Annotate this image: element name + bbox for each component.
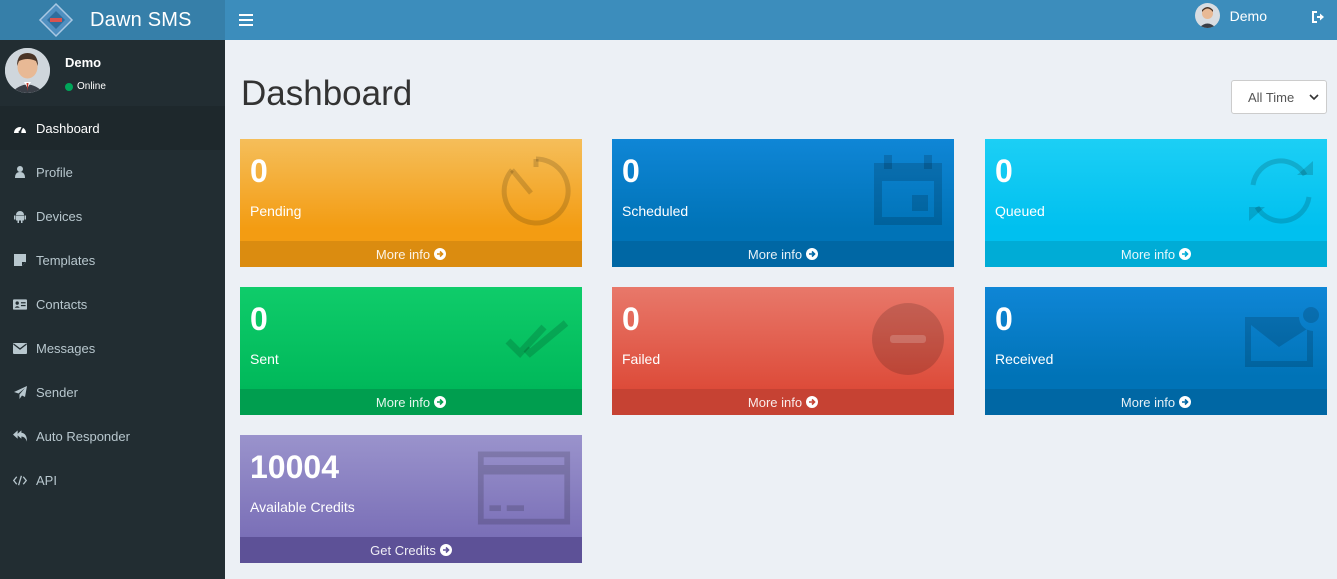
arrow-circle-right-icon [806, 396, 819, 408]
date-range-value: All Time [1248, 89, 1295, 105]
minus-circle-icon [872, 303, 944, 375]
sidebar-item-label: Dashboard [36, 120, 100, 136]
sidebar-item-label: Contacts [36, 296, 88, 312]
chevron-down-icon [1309, 94, 1319, 101]
credits-count: 10004 [250, 449, 339, 485]
envelope-icon [13, 342, 27, 354]
logo-area[interactable]: Dawn SMS [0, 0, 225, 40]
pending-count: 0 [250, 153, 268, 189]
arrow-circle-right-icon [1179, 396, 1192, 408]
sidebar-item-dashboard[interactable]: Dashboard [0, 106, 225, 150]
sent-more-info-link[interactable]: More info [240, 389, 582, 415]
sidebar-item-auto-responder[interactable]: Auto Responder [0, 414, 225, 458]
status-dot-icon [65, 82, 73, 91]
sign-out-icon[interactable] [1311, 9, 1327, 25]
more-info-text: More info [747, 246, 803, 262]
top-navbar: Demo [225, 0, 1337, 40]
sidebar-item-templates[interactable]: Templates [0, 238, 225, 282]
address-card-icon [13, 298, 27, 310]
sent-label: Sent [250, 351, 279, 367]
date-range-select[interactable]: All Time [1231, 80, 1327, 114]
more-info-text: More info [747, 394, 803, 410]
logo-icon [38, 2, 74, 38]
credit-card-icon [477, 451, 571, 525]
sidebar-item-label: Profile [36, 164, 73, 180]
arrow-circle-right-icon [1179, 248, 1192, 260]
pending-label: Pending [250, 203, 302, 219]
scheduled-label: Scheduled [622, 203, 689, 219]
sidebar-item-messages[interactable]: Messages [0, 326, 225, 370]
dashboard-icon [13, 122, 27, 134]
sidebar-item-label: API [36, 472, 57, 488]
header-user-name: Demo [1229, 7, 1267, 24]
sidebar-item-sender[interactable]: Sender [0, 370, 225, 414]
code-icon [13, 475, 27, 486]
more-info-text: More info [1120, 394, 1176, 410]
arrow-circle-right-icon [806, 248, 819, 260]
sidebar-item-label: Devices [36, 208, 83, 224]
queued-more-info-link[interactable]: More info [985, 241, 1327, 267]
scheduled-more-info-link[interactable]: More info [612, 241, 954, 267]
calendar-icon [874, 155, 942, 225]
avatar [5, 48, 50, 93]
sent-box: 0 Sent More info [240, 287, 582, 415]
sidebar-item-contacts[interactable]: Contacts [0, 282, 225, 326]
received-box: 0 Received More info [985, 287, 1327, 415]
status-text: Online [77, 81, 106, 92]
sidebar: Demo Online Dashboard Profile Devices Te… [0, 40, 225, 579]
arrow-circle-right-icon [439, 544, 452, 556]
get-credits-link[interactable]: Get Credits [240, 537, 582, 563]
received-count: 0 [995, 301, 1013, 337]
sidebar-item-profile[interactable]: Profile [0, 150, 225, 194]
queued-box: 0 Queued More info [985, 139, 1327, 267]
user-panel: Demo Online [0, 40, 225, 106]
app-name: Dawn SMS [90, 8, 192, 31]
sidebar-item-label: Templates [36, 252, 96, 268]
envelope-icon [1245, 307, 1319, 367]
failed-label: Failed [622, 351, 661, 367]
arrow-circle-right-icon [434, 248, 447, 260]
paper-plane-icon [13, 385, 27, 399]
failed-count: 0 [622, 301, 640, 337]
queued-label: Queued [995, 203, 1045, 219]
scheduled-count: 0 [622, 153, 640, 189]
avatar [1194, 3, 1220, 28]
queued-count: 0 [995, 153, 1013, 189]
user-status[interactable]: Online [65, 81, 106, 92]
sidebar-item-label: Messages [36, 340, 96, 356]
sidebar-item-label: Sender [36, 384, 78, 400]
double-check-icon [505, 320, 569, 359]
clock-icon [501, 156, 571, 226]
failed-box: 0 Failed More info [612, 287, 954, 415]
sidebar-item-label: Auto Responder [36, 428, 130, 444]
scheduled-box: 0 Scheduled More info [612, 139, 954, 267]
pending-more-info-link[interactable]: More info [240, 241, 582, 267]
refresh-icon [1249, 158, 1313, 224]
more-info-text: More info [1120, 246, 1176, 262]
user-icon [13, 166, 27, 178]
sidebar-item-devices[interactable]: Devices [0, 194, 225, 238]
more-info-text: More info [375, 246, 431, 262]
failed-more-info-link[interactable]: More info [612, 389, 954, 415]
more-info-text: More info [375, 394, 431, 410]
android-icon [13, 210, 27, 223]
get-credits-text: Get Credits [370, 542, 436, 558]
page-title: Dashboard [241, 74, 413, 113]
credits-box: 10004 Available Credits Get Credits [240, 435, 582, 563]
received-more-info-link[interactable]: More info [985, 389, 1327, 415]
user-menu[interactable]: Demo [1194, 3, 1267, 28]
reply-all-icon [13, 430, 27, 442]
received-label: Received [995, 351, 1054, 367]
pending-box: 0 Pending More info [240, 139, 582, 267]
sticky-note-icon [13, 254, 27, 266]
sidebar-toggle-icon[interactable] [239, 14, 253, 26]
user-name: Demo [65, 55, 102, 70]
arrow-circle-right-icon [434, 396, 447, 408]
sidebar-item-api[interactable]: API [0, 458, 225, 502]
credits-label: Available Credits [250, 499, 355, 515]
sent-count: 0 [250, 301, 268, 337]
